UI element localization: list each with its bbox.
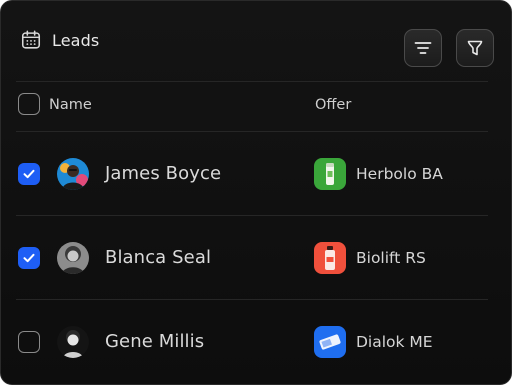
row-checkbox[interactable] (18, 247, 40, 269)
sort-button[interactable] (404, 29, 442, 67)
column-header-offer[interactable]: Offer (315, 91, 351, 119)
sort-lines-icon (414, 42, 432, 54)
table-row[interactable]: Gene Millis Dialok ME (1, 300, 511, 384)
lead-name[interactable]: Gene Millis (105, 331, 204, 352)
column-header-name[interactable]: Name (49, 91, 92, 119)
table-row[interactable]: Blanca Seal Biolift RS (1, 216, 511, 300)
offer-product-icon (314, 326, 346, 358)
row-checkbox[interactable] (18, 163, 40, 185)
avatar (57, 158, 89, 190)
filter-button[interactable] (456, 29, 494, 67)
row-checkbox[interactable] (18, 331, 40, 353)
page-title: Leads (52, 30, 100, 50)
checkmark-icon (23, 253, 35, 263)
offer-name[interactable]: Herbolo BA (356, 165, 443, 183)
select-all-checkbox[interactable] (18, 93, 40, 115)
filter-funnel-icon (467, 40, 483, 56)
lead-name[interactable]: James Boyce (105, 163, 221, 184)
calendar-icon (21, 30, 41, 49)
checkmark-icon (23, 169, 35, 179)
offer-product-icon (314, 242, 346, 274)
table-row[interactable]: James Boyce Herbolo BA (1, 132, 511, 216)
avatar (57, 242, 89, 274)
header-divider (16, 81, 488, 82)
offer-name[interactable]: Dialok ME (356, 333, 433, 351)
offer-name[interactable]: Biolift RS (356, 249, 426, 267)
avatar (57, 326, 89, 358)
header-title-group: Leads (20, 29, 99, 51)
leads-card: Leads Name Offer James Boyce Herbolo BA … (0, 0, 512, 385)
card-header: Leads (1, 1, 511, 81)
lead-name[interactable]: Blanca Seal (105, 247, 211, 268)
offer-product-icon (314, 158, 346, 190)
